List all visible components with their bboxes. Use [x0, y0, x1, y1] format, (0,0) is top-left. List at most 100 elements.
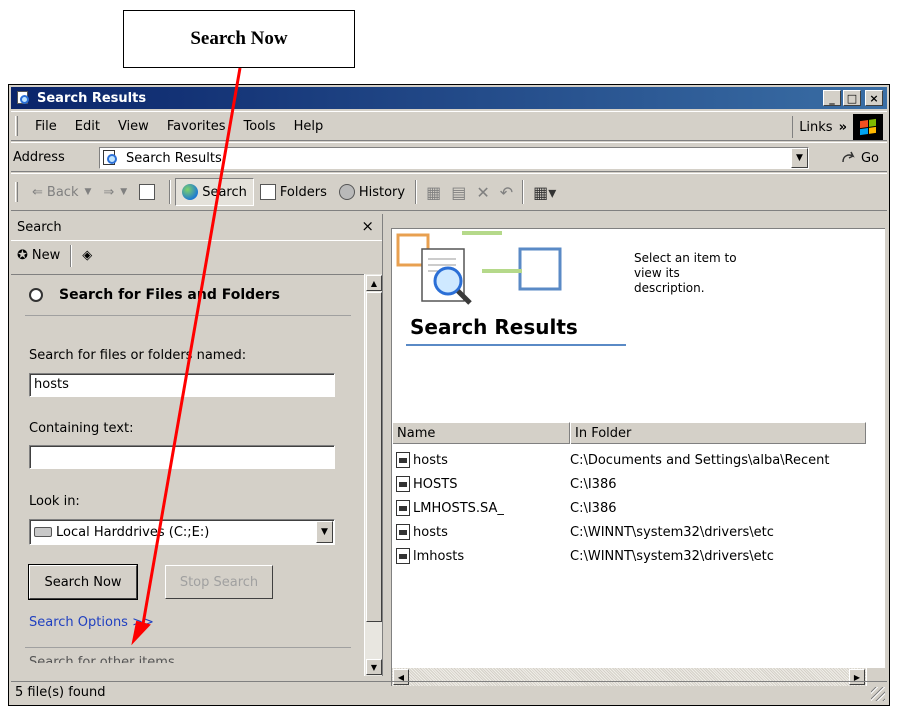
chevron-down-icon[interactable]: ▼ [120, 187, 127, 197]
new-search-button[interactable]: New [32, 248, 60, 263]
column-header-in-folder[interactable]: In Folder [570, 422, 866, 444]
resize-grip-icon[interactable] [871, 687, 885, 701]
views-icon[interactable]: ▦▾ [528, 183, 561, 202]
windows-logo-icon [853, 114, 883, 140]
status-text: 5 file(s) found [15, 685, 106, 700]
folders-icon [259, 184, 276, 200]
menu-favorites[interactable]: Favorites [158, 119, 235, 134]
chevron-down-icon[interactable]: ▼ [84, 187, 91, 197]
chevron-down-icon[interactable]: ▼ [316, 521, 333, 543]
hard-drive-icon [34, 527, 52, 537]
search-pane-title: Search [17, 219, 62, 235]
search-files-title: Search for Files and Folders [59, 287, 280, 303]
search-engine-icon[interactable]: ◈ [82, 248, 92, 263]
file-folder: C:\WINNT\system32\drivers\etc [570, 548, 774, 564]
toolbar-separator [415, 180, 418, 204]
divider [25, 647, 351, 648]
toolbar-separator [522, 180, 525, 204]
back-label: Back [46, 184, 79, 200]
table-row[interactable]: LMHOSTS.SA_ C:\I386 [392, 496, 866, 520]
menu-bar: File Edit View Favorites Tools Help Link… [11, 111, 887, 141]
file-icon [396, 524, 410, 540]
file-name: hosts [413, 524, 448, 540]
search-now-button[interactable]: Search Now [28, 564, 138, 600]
minimize-button[interactable]: _ [823, 90, 841, 106]
search-other-items-link[interactable]: Search for other items [29, 655, 175, 663]
folders-button[interactable]: Folders [254, 184, 333, 200]
scroll-up-icon[interactable]: ▲ [366, 275, 382, 291]
scroll-down-icon[interactable]: ▼ [366, 659, 382, 675]
search-window-icon [15, 90, 31, 106]
search-page-icon [102, 150, 120, 166]
forward-button[interactable]: ⇒ ▼ [97, 185, 133, 200]
search-pane-separator [70, 244, 73, 267]
links-toolbar[interactable]: Links » [792, 116, 847, 138]
links-label: Links [799, 119, 833, 135]
scrollbar-thumb[interactable] [366, 292, 382, 622]
address-input[interactable]: Search Results ▼ [99, 147, 809, 169]
filename-input[interactable]: hosts [29, 373, 335, 397]
stop-search-button[interactable]: Stop Search [165, 565, 273, 599]
search-pane: Search × ✪ New ◈ Search for Files and Fo… [11, 214, 383, 676]
undo-icon[interactable]: ↶ [495, 183, 518, 202]
delete-icon[interactable]: ✕ [471, 183, 494, 202]
column-header-name[interactable]: Name [392, 422, 570, 444]
search-pane-scrollbar[interactable]: ▲ ▼ [364, 274, 382, 676]
annotation-callout-label: Search Now [190, 28, 288, 49]
menubar-grip[interactable] [15, 116, 18, 136]
file-icon [396, 500, 410, 516]
menu-edit[interactable]: Edit [66, 119, 109, 134]
address-value: Search Results [126, 150, 222, 166]
results-description: Select an item to view its description. [634, 251, 737, 295]
file-folder: C:\I386 [570, 476, 617, 492]
results-list-header: Name In Folder [392, 422, 866, 444]
back-button[interactable]: ⇐ Back ▼ [26, 185, 97, 200]
search-options-link[interactable]: Search Options >> [29, 615, 154, 630]
menu-view[interactable]: View [109, 119, 158, 134]
search-form: Search for Files and Folders Search for … [11, 274, 365, 676]
look-in-label: Look in: [29, 494, 80, 509]
table-row[interactable]: hosts C:\Documents and Settings\alba\Rec… [392, 448, 866, 472]
look-in-select[interactable]: Local Harddrives (C:;E:) ▼ [29, 519, 335, 545]
toolbar-grip[interactable] [15, 182, 18, 202]
results-title: Search Results [410, 315, 578, 339]
up-folder-button[interactable] [133, 184, 165, 200]
table-row[interactable]: HOSTS C:\I386 [392, 472, 866, 496]
copy-to-icon[interactable]: ▤ [446, 183, 471, 202]
go-label: Go [860, 150, 879, 166]
named-label: Search for files or folders named: [29, 348, 247, 363]
file-icon [396, 548, 410, 564]
close-button[interactable]: × [865, 90, 883, 106]
forward-arrow-icon: ⇒ [103, 184, 115, 200]
history-label: History [358, 184, 406, 200]
toolbar-separator [169, 180, 172, 204]
search-results-window: Search Results _ □ × File Edit View Favo… [8, 84, 890, 706]
containing-text-input[interactable] [29, 445, 335, 469]
menu-tools[interactable]: Tools [235, 119, 285, 134]
search-button[interactable]: Search [175, 178, 254, 206]
move-to-icon[interactable]: ▦ [421, 183, 446, 202]
title-bar[interactable]: Search Results _ □ × [11, 87, 887, 109]
search-label: Search [202, 184, 247, 200]
menu-help[interactable]: Help [285, 119, 333, 134]
maximize-button[interactable]: □ [843, 90, 861, 106]
history-button[interactable]: History [333, 184, 411, 200]
results-list: hosts C:\Documents and Settings\alba\Rec… [392, 448, 866, 568]
file-folder: C:\I386 [570, 500, 617, 516]
folders-label: Folders [279, 184, 327, 200]
go-button[interactable]: Go [840, 150, 879, 166]
containing-text-label: Containing text: [29, 421, 134, 436]
shortcut-file-icon [396, 452, 410, 468]
file-name: hosts [413, 452, 448, 468]
table-row[interactable]: hosts C:\WINNT\system32\drivers\etc [392, 520, 866, 544]
table-row[interactable]: lmhosts C:\WINNT\system32\drivers\etc [392, 544, 866, 568]
title-buttons: _ □ × [823, 90, 883, 106]
look-in-value: Local Harddrives (C:;E:) [56, 524, 210, 540]
chevron-right-icon[interactable]: » [839, 120, 847, 135]
close-icon[interactable]: × [361, 217, 374, 235]
menu-file[interactable]: File [26, 119, 66, 134]
file-name: LMHOSTS.SA_ [413, 500, 504, 516]
results-title-underline [406, 344, 626, 346]
address-bar: Address Search Results ▼ Go [11, 142, 887, 172]
address-dropdown-button[interactable]: ▼ [791, 148, 808, 168]
